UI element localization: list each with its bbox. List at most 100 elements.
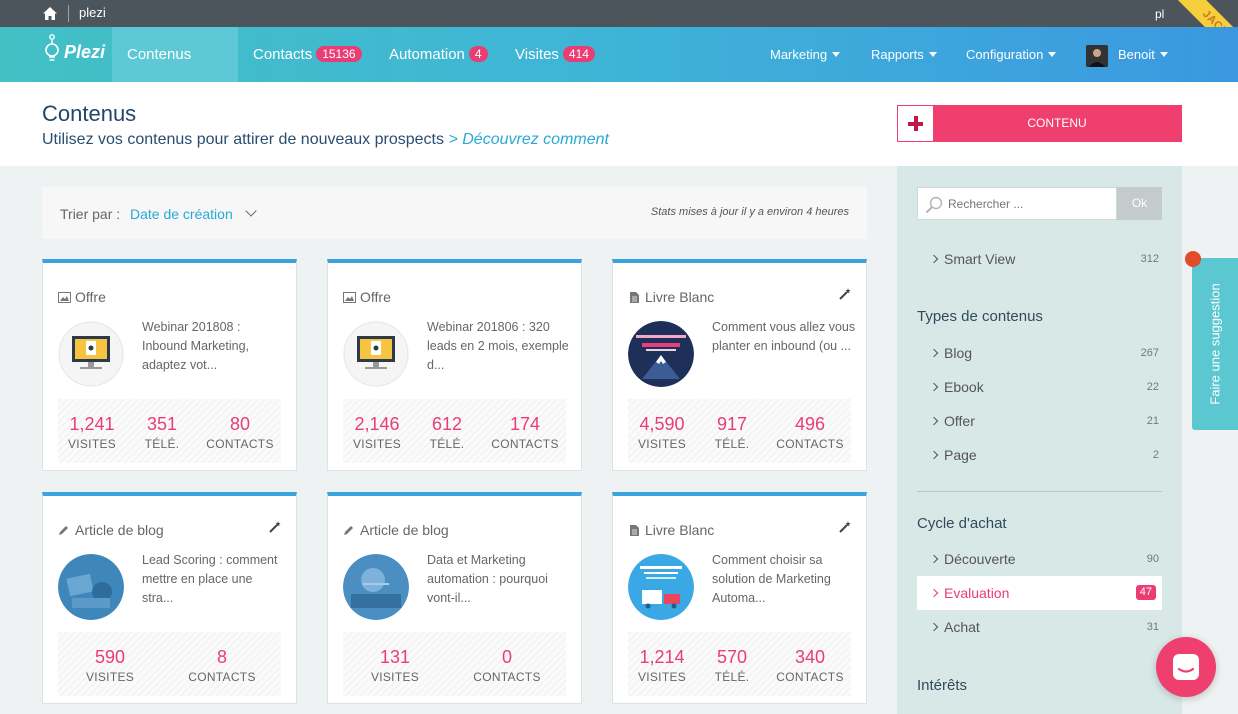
content-card[interactable]: Livre Blanc Comment vous allez vous plan… bbox=[612, 259, 867, 471]
pencil-icon bbox=[344, 526, 353, 535]
stat-value: 590 bbox=[94, 647, 126, 667]
content-card[interactable]: Offre Webinar 201806 : 320 leads en 2 mo… bbox=[327, 259, 582, 471]
magic-wand-icon[interactable] bbox=[268, 520, 282, 534]
tab-contacts[interactable]: Contacts 15136 bbox=[238, 27, 377, 82]
item-count: 267 bbox=[1140, 347, 1159, 359]
chevron-right-icon bbox=[929, 382, 939, 392]
chevron-right-icon bbox=[929, 254, 939, 264]
stat-label: CONTACTS bbox=[206, 437, 274, 451]
interests-heading: Intérêts bbox=[917, 677, 968, 694]
content-card[interactable]: Livre Blanc Comment choisir sa solution … bbox=[612, 492, 867, 704]
stat-label: CONTACTS bbox=[776, 670, 844, 684]
card-thumbnail bbox=[628, 554, 694, 620]
stat-label: TÉLÉ. bbox=[714, 670, 750, 684]
stat-label: VISITES bbox=[370, 670, 420, 684]
image-icon bbox=[58, 292, 71, 303]
card-type: Livre Blanc bbox=[628, 289, 714, 305]
content-card[interactable]: Article de blog Data et Marketing automa… bbox=[327, 492, 582, 704]
menu-label: Configuration bbox=[966, 47, 1044, 62]
stat-label: VISITES bbox=[85, 670, 135, 684]
menu-marketing[interactable]: Marketing bbox=[770, 27, 841, 82]
stat-label: VISITES bbox=[67, 437, 117, 451]
page-subtitle: Utilisez vos contenus pour attirer de no… bbox=[42, 131, 609, 149]
stat-label: VISITES bbox=[637, 437, 687, 451]
caret-down-icon bbox=[928, 52, 937, 57]
item-count: 22 bbox=[1146, 381, 1159, 393]
sidebar-item-evaluation[interactable]: Evaluation 47 bbox=[917, 576, 1162, 610]
plezi-logo[interactable]: Plezi bbox=[44, 32, 106, 72]
user-name: Benoit bbox=[1118, 47, 1155, 62]
stat-label: CONTACTS bbox=[473, 670, 541, 684]
user-menu[interactable]: Benoit bbox=[1118, 27, 1168, 82]
stat-value: 8 bbox=[216, 647, 227, 667]
sidebar-item-page[interactable]: Page 2 bbox=[917, 438, 1162, 472]
tab-visites[interactable]: Visites 414 bbox=[500, 27, 610, 82]
search-icon bbox=[925, 196, 943, 214]
stat-visits: 1,214 VISITES bbox=[628, 647, 696, 684]
sidebar-item-decouverte[interactable]: Découverte 90 bbox=[917, 542, 1162, 576]
chevron-right-icon bbox=[929, 554, 939, 564]
lightbulb-icon bbox=[45, 34, 59, 61]
suggestion-tab[interactable]: Faire une suggestion bbox=[1192, 258, 1238, 430]
menu-label: Rapports bbox=[871, 47, 924, 62]
stat-visits: 590 VISITES bbox=[58, 647, 162, 684]
item-count: 21 bbox=[1146, 415, 1159, 427]
magic-wand-icon[interactable] bbox=[838, 287, 852, 301]
card-type-label: Article de blog bbox=[75, 522, 164, 538]
search-input[interactable] bbox=[917, 187, 1117, 220]
stat-contacts: 80 CONTACTS bbox=[204, 414, 276, 451]
stat-downloads: 570 TÉLÉ. bbox=[700, 647, 764, 684]
card-type-label: Offre bbox=[75, 289, 106, 305]
stat-value: 917 bbox=[716, 414, 748, 434]
stat-contacts: 174 CONTACTS bbox=[489, 414, 561, 451]
count-badge: 15136 bbox=[316, 46, 362, 62]
avatar[interactable] bbox=[1086, 45, 1108, 67]
stat-value: 174 bbox=[509, 414, 541, 434]
stat-value: 570 bbox=[716, 647, 748, 667]
caret-down-icon bbox=[1159, 52, 1168, 57]
card-type: Offre bbox=[343, 289, 391, 305]
caret-down-icon bbox=[832, 52, 841, 57]
search-ok-button[interactable]: Ok bbox=[1117, 187, 1162, 220]
item-count: 2 bbox=[1152, 449, 1159, 461]
sidebar-item-offer[interactable]: Offer 21 bbox=[917, 404, 1162, 438]
item-label: Blog bbox=[944, 345, 973, 361]
logo-text: Plezi bbox=[64, 42, 106, 62]
add-content-button[interactable]: CONTENU bbox=[897, 105, 1182, 142]
item-label: Ebook bbox=[944, 379, 984, 395]
content-card[interactable]: Article de blog Lead Scoring : comment m… bbox=[42, 492, 297, 704]
chevron-down-icon[interactable] bbox=[245, 205, 257, 217]
cycle-heading: Cycle d'achat bbox=[917, 515, 1007, 532]
chevron-right-icon bbox=[929, 588, 939, 598]
sidebar-item-achat[interactable]: Achat 31 bbox=[917, 610, 1162, 644]
tab-label: Contacts bbox=[253, 46, 313, 63]
sidebar-item-ebook[interactable]: Ebook 22 bbox=[917, 370, 1162, 404]
discover-link[interactable]: > Découvrez comment bbox=[448, 131, 609, 148]
sidebar-item-smart-view[interactable]: Smart View 312 bbox=[917, 242, 1162, 276]
item-count: 90 bbox=[1146, 553, 1159, 565]
tab-contenus[interactable]: Contenus312 bbox=[112, 27, 238, 117]
sort-dropdown[interactable]: Date de création bbox=[130, 206, 233, 222]
sidebar-item-blog[interactable]: Blog 267 bbox=[917, 336, 1162, 370]
home-icon[interactable] bbox=[42, 6, 58, 21]
chat-launcher-button[interactable] bbox=[1156, 637, 1216, 697]
stat-value: 1,214 bbox=[639, 647, 685, 667]
menu-configuration[interactable]: Configuration bbox=[966, 27, 1057, 82]
stat-contacts: 8 CONTACTS bbox=[170, 647, 274, 684]
menu-rapports[interactable]: Rapports bbox=[871, 27, 937, 82]
page-header: Contenus Utilisez vos contenus pour atti… bbox=[0, 82, 1238, 166]
card-stats: 1,241 VISITES 351 TÉLÉ. 80 CONTACTS bbox=[58, 399, 281, 463]
stat-label: TÉLÉ. bbox=[144, 437, 180, 451]
card-description: Lead Scoring : comment mettre en place u… bbox=[142, 553, 278, 605]
stat-contacts: 340 CONTACTS bbox=[774, 647, 846, 684]
chevron-right-icon bbox=[929, 450, 939, 460]
stat-value: 612 bbox=[431, 414, 463, 434]
card-thumbnail bbox=[628, 321, 694, 387]
stat-value: 80 bbox=[229, 414, 251, 434]
magic-wand-icon[interactable] bbox=[838, 520, 852, 534]
account-name[interactable]: plezi bbox=[79, 5, 106, 20]
stat-value: 4,590 bbox=[639, 414, 685, 434]
content-card[interactable]: Offre Webinar 201808 : Inbound Marketing… bbox=[42, 259, 297, 471]
tab-automation[interactable]: Automation 4 bbox=[374, 27, 503, 82]
card-type: Offre bbox=[58, 289, 106, 305]
